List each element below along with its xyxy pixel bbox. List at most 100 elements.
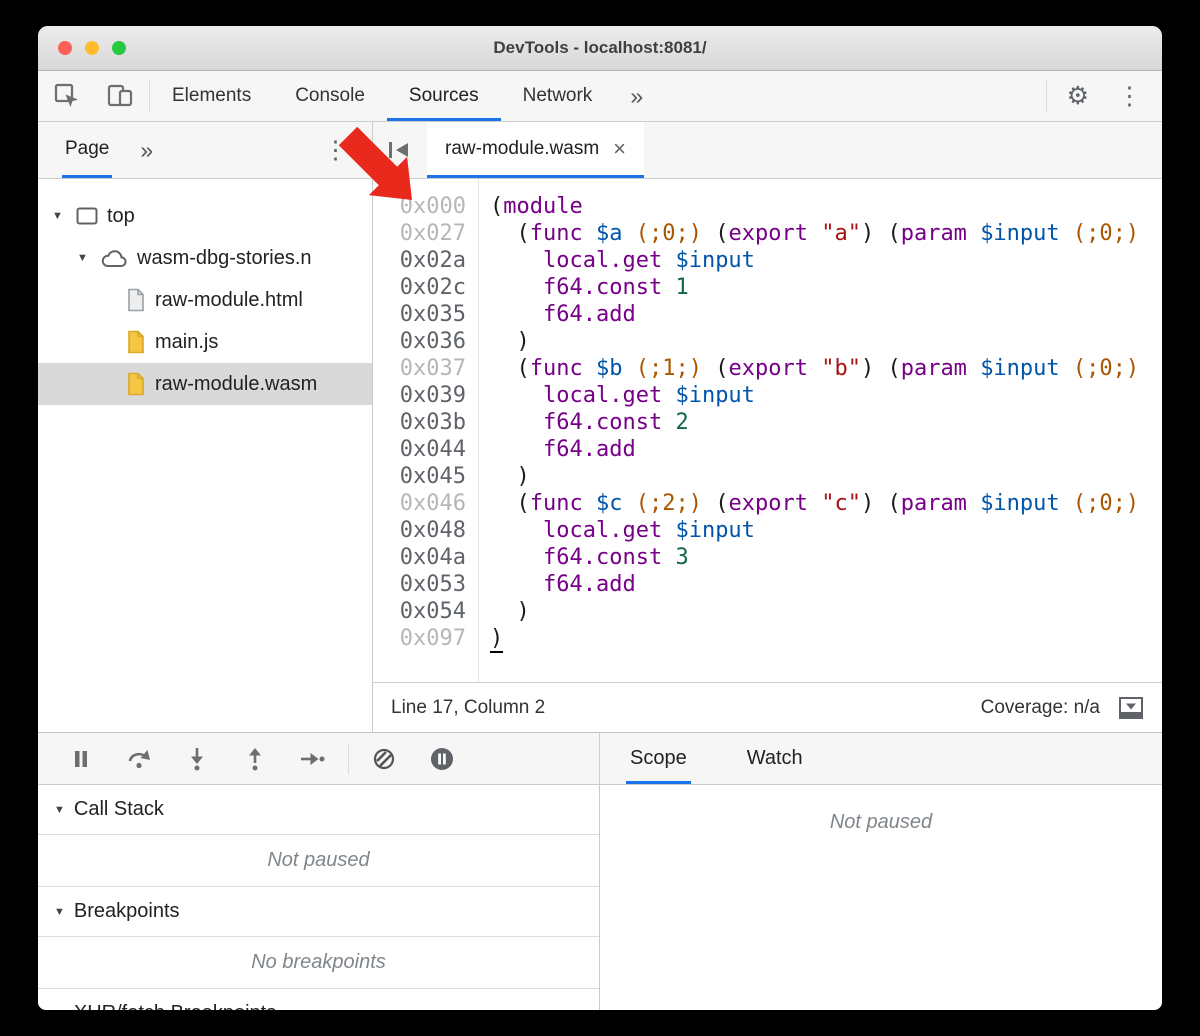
disclosure-triangle-icon[interactable]: ▼ <box>54 1008 65 1011</box>
tab-scope[interactable]: Scope <box>626 733 691 784</box>
tree-item-label: raw-module.wasm <box>155 373 317 396</box>
pause-icon[interactable] <box>52 748 110 770</box>
code-line[interactable]: 0x046 (func $c (;2;) (export "c") (param… <box>373 490 1162 517</box>
debugger-toolbar <box>38 733 599 785</box>
code-line[interactable]: 0x04a f64.const 3 <box>373 544 1162 571</box>
byte-offset[interactable]: 0x044 <box>373 436 478 463</box>
byte-offset[interactable]: 0x036 <box>373 328 478 355</box>
step-out-icon[interactable] <box>226 747 284 771</box>
code-text: f64.const 1 <box>478 274 689 301</box>
tree-item-label: top <box>107 205 135 228</box>
window-title: DevTools - localhost:8081/ <box>493 38 706 58</box>
frame-icon <box>76 207 98 225</box>
code-line[interactable]: 0x053 f64.add <box>373 571 1162 598</box>
byte-offset[interactable]: 0x054 <box>373 598 478 625</box>
code-line[interactable]: 0x097) <box>373 625 1162 652</box>
code-text: ) <box>478 463 530 490</box>
drawer-toggle-icon[interactable] <box>1118 696 1144 720</box>
code-line[interactable]: 0x000(module <box>373 193 1162 220</box>
byte-offset[interactable]: 0x000 <box>373 193 478 220</box>
code-text: (func $a (;0;) (export "a") (param $inpu… <box>478 220 1139 247</box>
code-line[interactable]: 0x054 ) <box>373 598 1162 625</box>
code-line[interactable]: 0x03b f64.const 2 <box>373 409 1162 436</box>
more-panels-chevron[interactable]: » <box>614 71 659 121</box>
code-line[interactable]: 0x035 f64.add <box>373 301 1162 328</box>
byte-offset[interactable]: 0x03b <box>373 409 478 436</box>
byte-offset[interactable]: 0x045 <box>373 463 478 490</box>
titlebar: DevTools - localhost:8081/ <box>38 26 1162 71</box>
section-header-xhr-fetch-breakpoints[interactable]: ▼XHR/fetch Breakpoints <box>38 989 599 1010</box>
pause-on-exceptions-icon[interactable] <box>413 746 471 772</box>
tree-item-top[interactable]: ▼ top <box>38 195 372 237</box>
editor-tab-raw-module-wasm[interactable]: raw-module.wasm × <box>427 122 644 178</box>
navigator-toggle-icon[interactable] <box>373 122 427 178</box>
code-line[interactable]: 0x045 ) <box>373 463 1162 490</box>
code-line[interactable]: 0x037 (func $b (;1;) (export "b") (param… <box>373 355 1162 382</box>
close-tab-icon[interactable]: × <box>613 136 626 162</box>
code-line[interactable]: 0x048 local.get $input <box>373 517 1162 544</box>
code-line[interactable]: 0x044 f64.add <box>373 436 1162 463</box>
debugger-sections: ▼Call StackNot paused▼BreakpointsNo brea… <box>38 785 599 1010</box>
inspect-icon[interactable] <box>54 83 80 109</box>
tab-sources[interactable]: Sources <box>387 71 501 121</box>
code-text: f64.const 3 <box>478 544 689 571</box>
sidebar-header: Page » ⋮ <box>38 122 373 178</box>
more-menu-icon[interactable]: ⋮ <box>1117 84 1142 109</box>
zoom-window-button[interactable] <box>112 41 126 55</box>
code-text: local.get $input <box>478 247 755 274</box>
disclosure-triangle-icon[interactable]: ▼ <box>54 906 65 918</box>
sidebar-more-tabs-chevron[interactable]: » <box>140 122 153 178</box>
code-line[interactable]: 0x027 (func $a (;0;) (export "a") (param… <box>373 220 1162 247</box>
step-icon[interactable] <box>284 747 342 771</box>
code-line[interactable]: 0x02c f64.const 1 <box>373 274 1162 301</box>
minimize-window-button[interactable] <box>85 41 99 55</box>
byte-offset[interactable]: 0x048 <box>373 517 478 544</box>
byte-offset[interactable]: 0x02c <box>373 274 478 301</box>
tree-item-main-js[interactable]: main.js <box>38 321 372 363</box>
section-body-call-stack: Not paused <box>38 835 599 887</box>
disclosure-triangle-icon[interactable]: ▼ <box>77 252 101 264</box>
code-text: f64.add <box>478 571 636 598</box>
device-toolbar-icon[interactable] <box>106 83 133 109</box>
section-header-call-stack[interactable]: ▼Call Stack <box>38 785 599 835</box>
editor-status-bar: Line 17, Column 2 Coverage: n/a <box>373 682 1162 732</box>
byte-offset[interactable]: 0x053 <box>373 571 478 598</box>
byte-offset[interactable]: 0x035 <box>373 301 478 328</box>
tab-network[interactable]: Network <box>501 71 615 121</box>
code-text: local.get $input <box>478 382 755 409</box>
close-window-button[interactable] <box>58 41 72 55</box>
code-text: ) <box>478 328 530 355</box>
byte-offset[interactable]: 0x04a <box>373 544 478 571</box>
code-lines[interactable]: 0x000(module0x027 (func $a (;0;) (export… <box>373 179 1162 682</box>
step-over-icon[interactable] <box>110 747 168 771</box>
settings-gear-icon[interactable]: ⚙ <box>1067 84 1089 109</box>
code-line[interactable]: 0x02a local.get $input <box>373 247 1162 274</box>
byte-offset[interactable]: 0x039 <box>373 382 478 409</box>
code-text: (module <box>478 193 583 220</box>
code-text: ) <box>478 625 503 652</box>
section-header-breakpoints[interactable]: ▼Breakpoints <box>38 887 599 937</box>
code-text: (func $c (;2;) (export "c") (param $inpu… <box>478 490 1139 517</box>
byte-offset[interactable]: 0x097 <box>373 625 478 652</box>
code-line[interactable]: 0x039 local.get $input <box>373 382 1162 409</box>
disclosure-triangle-icon[interactable]: ▼ <box>54 804 65 816</box>
file-yellow-icon <box>126 330 146 354</box>
disclosure-triangle-icon[interactable]: ▼ <box>52 210 76 222</box>
tab-watch[interactable]: Watch <box>743 733 807 784</box>
tree-item-raw-module-wasm[interactable]: raw-module.wasm <box>38 363 372 405</box>
byte-offset[interactable]: 0x037 <box>373 355 478 382</box>
tab-console[interactable]: Console <box>273 71 387 121</box>
tab-elements[interactable]: Elements <box>150 71 273 121</box>
traffic-lights <box>58 26 126 70</box>
tree-item-wasm-dbg-stories-n[interactable]: ▼wasm-dbg-stories.n <box>38 237 372 279</box>
tree-item-raw-module-html[interactable]: raw-module.html <box>38 279 372 321</box>
byte-offset[interactable]: 0x02a <box>373 247 478 274</box>
tab-page[interactable]: Page <box>62 122 112 178</box>
deactivate-breakpoints-icon[interactable] <box>355 747 413 771</box>
step-into-icon[interactable] <box>168 747 226 771</box>
sidebar-menu-icon[interactable]: ⋮ <box>323 138 348 163</box>
byte-offset[interactable]: 0x046 <box>373 490 478 517</box>
main-toolbar: ElementsConsoleSourcesNetwork » ⚙ ⋮ <box>38 71 1162 122</box>
code-line[interactable]: 0x036 ) <box>373 328 1162 355</box>
byte-offset[interactable]: 0x027 <box>373 220 478 247</box>
